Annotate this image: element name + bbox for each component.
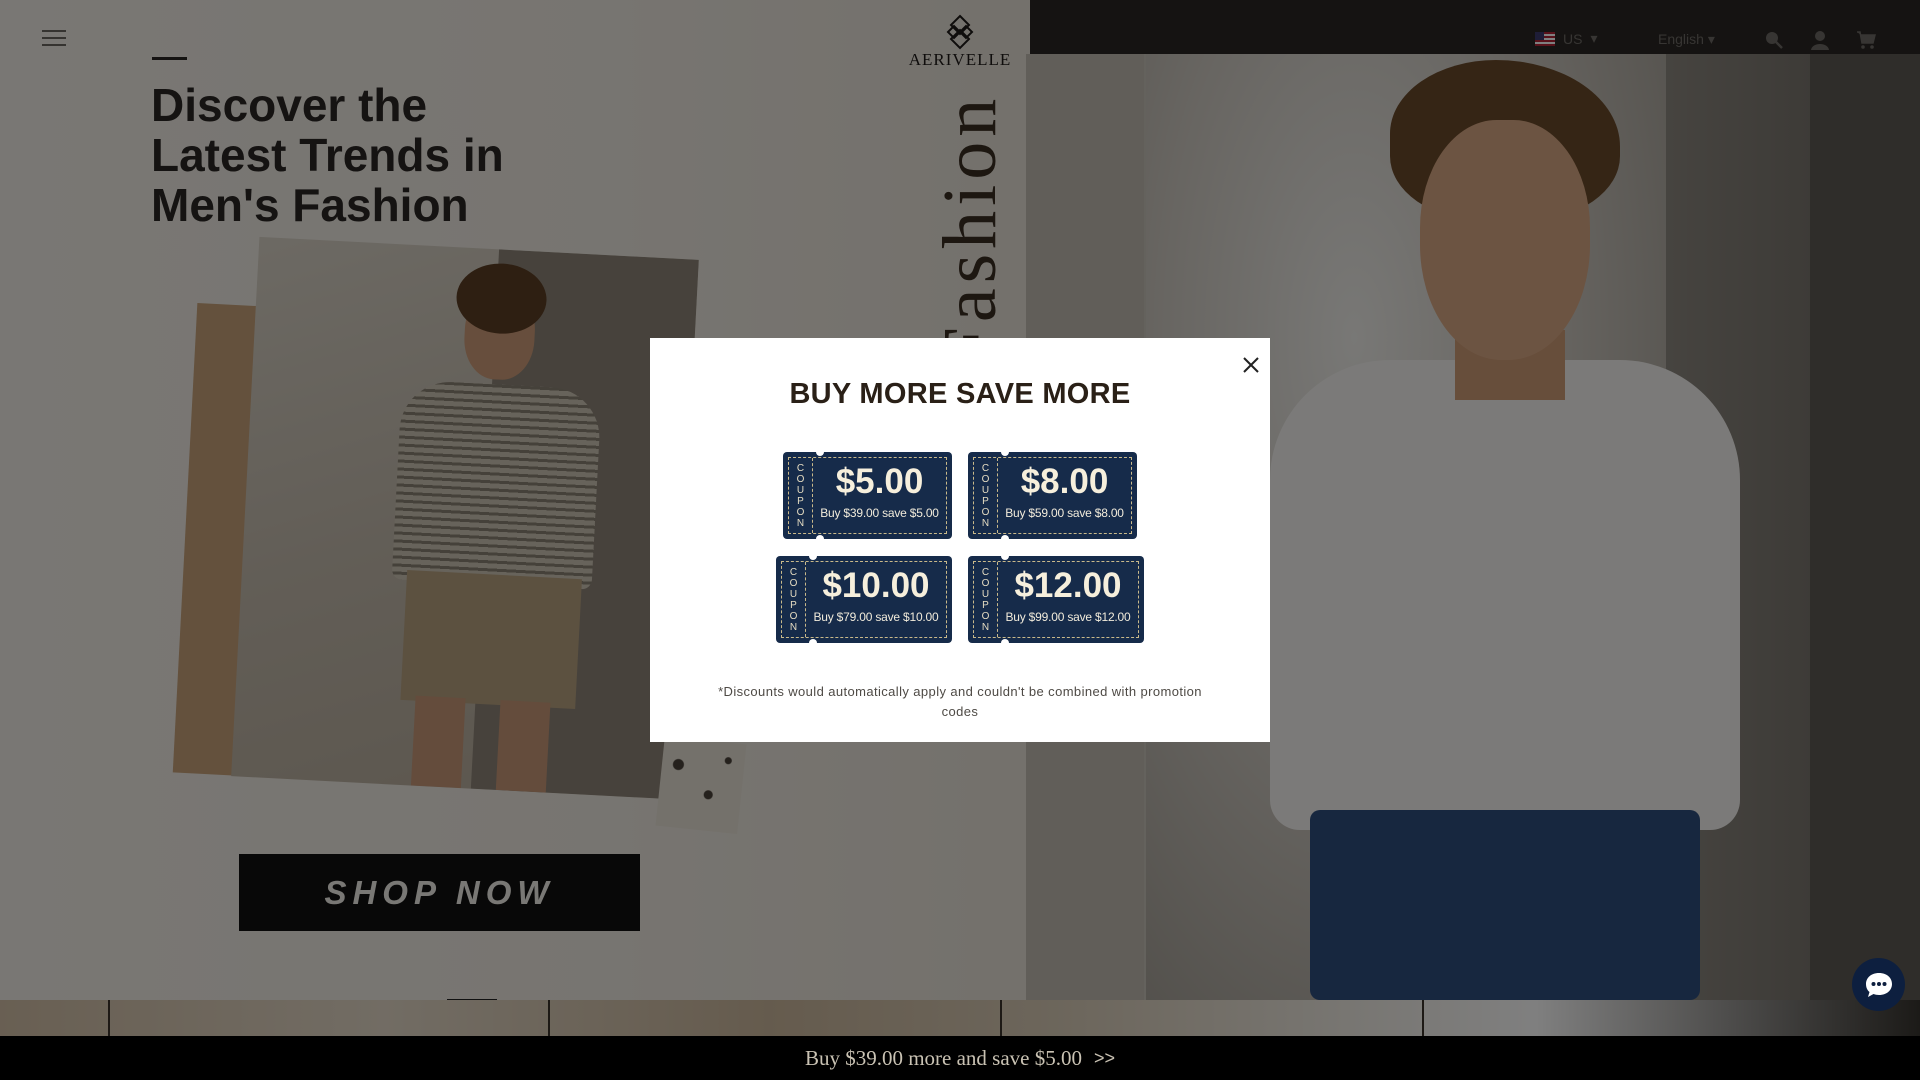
chat-button[interactable] [1852, 958, 1905, 1011]
coupon-border: COUPON $10.00 Buy $79.00 save $10.00 [781, 561, 947, 638]
coupon-notch [809, 639, 817, 647]
coupon-border: COUPON $12.00 Buy $99.00 save $12.00 [973, 561, 1139, 638]
coupon-side-label: COUPON [789, 458, 813, 533]
coupon-notch [1001, 535, 1009, 543]
coupon-notch [816, 535, 824, 543]
promo-bar-text: Buy $39.00 more and save $5.00 [804, 1045, 1082, 1070]
coupon-card[interactable]: COUPON $5.00 Buy $39.00 save $5.00 [783, 448, 952, 543]
coupon-card[interactable]: COUPON $10.00 Buy $79.00 save $10.00 [776, 552, 952, 647]
coupon-amount: $10.00 [822, 566, 930, 605]
coupon-notch [1001, 552, 1009, 560]
coupon-notch [809, 552, 817, 560]
coupon-amount: $12.00 [1014, 566, 1122, 605]
discount-modal: BUY MORE SAVE MORE COUPON $5.00 Buy $39.… [650, 338, 1270, 742]
coupon-border: COUPON $8.00 Buy $59.00 save $8.00 [973, 457, 1132, 534]
coupon-notch [1001, 448, 1009, 456]
coupon-notch [816, 448, 824, 456]
coupon-card[interactable]: COUPON $8.00 Buy $59.00 save $8.00 [968, 448, 1137, 543]
coupon-notch [1001, 639, 1009, 647]
coupon-side-label: COUPON [974, 562, 998, 637]
promo-bar-arrow: >> [1094, 1047, 1116, 1068]
coupon-border: COUPON $5.00 Buy $39.00 save $5.00 [788, 457, 947, 534]
modal-disclaimer: *Discounts would automatically apply and… [718, 684, 1202, 719]
promo-bar[interactable]: Buy $39.00 more and save $5.00 >> [0, 1036, 1920, 1080]
coupon-description: Buy $59.00 save $8.00 [1005, 506, 1124, 520]
chat-bubble-icon [1865, 972, 1892, 997]
coupon-side-label: COUPON [782, 562, 806, 637]
coupon-description: Buy $99.00 save $12.00 [1005, 610, 1131, 624]
coupon-description: Buy $39.00 save $5.00 [820, 506, 939, 520]
coupon-side-label: COUPON [974, 458, 998, 533]
coupon-card[interactable]: COUPON $12.00 Buy $99.00 save $12.00 [968, 552, 1144, 647]
modal-title: BUY MORE SAVE MORE [789, 378, 1131, 410]
close-icon[interactable] [1239, 353, 1263, 377]
coupon-amount: $5.00 [835, 462, 924, 501]
coupon-description: Buy $79.00 save $10.00 [813, 610, 939, 624]
page: Discover the Latest Trends in Men's Fash… [0, 0, 1920, 1080]
coupon-amount: $8.00 [1020, 462, 1109, 501]
